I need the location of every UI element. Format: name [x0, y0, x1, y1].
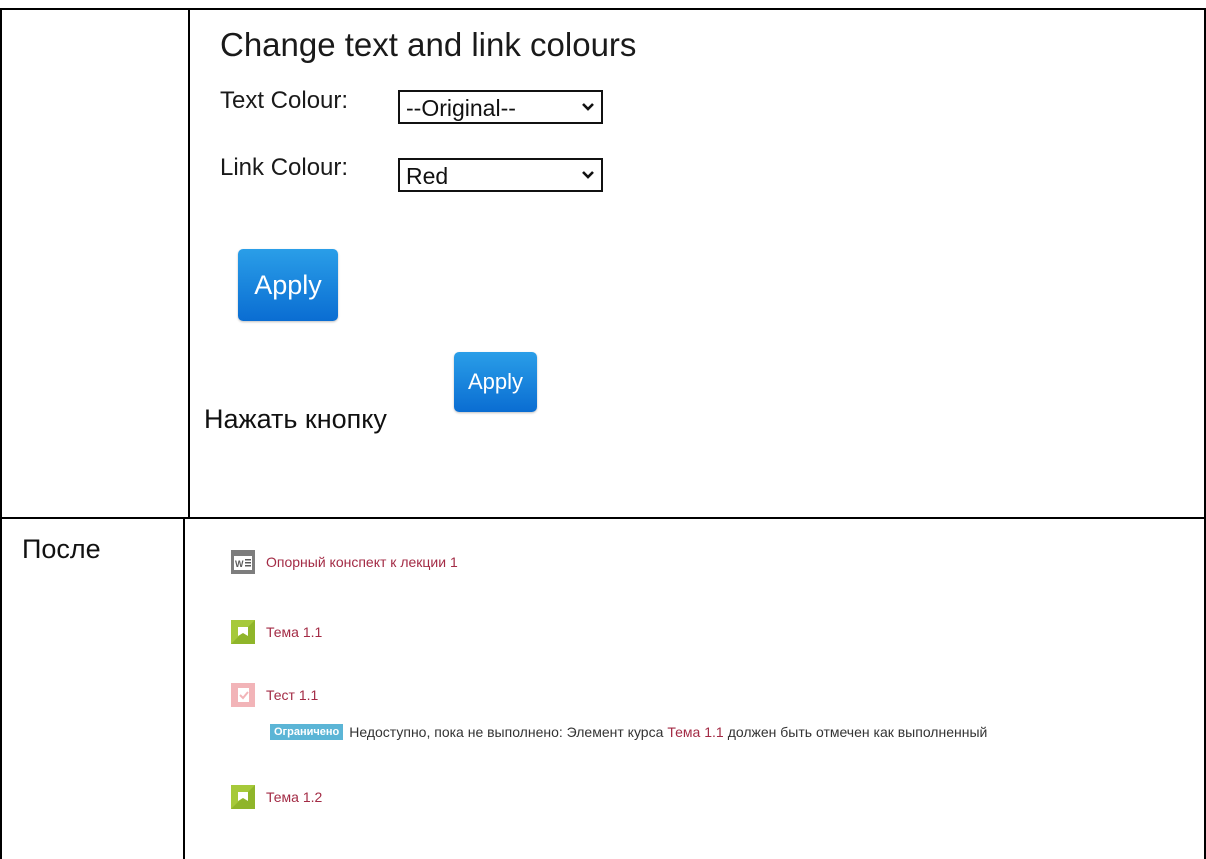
list-item[interactable]: Тема 1.1 — [230, 619, 322, 645]
list-item[interactable]: W Опорный конспект к лекции 1 — [230, 549, 458, 575]
lesson-icon — [231, 785, 255, 809]
list-item[interactable]: Тест 1.1 — [230, 682, 318, 708]
column-divider-top — [188, 8, 190, 518]
item-link[interactable]: Тест 1.1 — [266, 687, 318, 703]
restricted-badge: Ограничено — [270, 724, 344, 740]
chevron-down-icon — [582, 103, 594, 111]
row-divider — [0, 517, 1206, 519]
link-colour-select[interactable]: Red — [398, 158, 603, 192]
link-colour-label: Link Colour: — [220, 154, 349, 181]
apply-button[interactable]: Apply — [238, 249, 338, 321]
svg-text:W: W — [235, 559, 244, 569]
press-button-instruction: Нажать кнопку — [204, 404, 387, 434]
restriction-notice: Ограничено Недоступно, пока не выполнено… — [270, 724, 987, 740]
inline-apply-button: Apply — [454, 352, 537, 412]
table-border-top — [0, 8, 1206, 10]
text-colour-label: Text Colour: — [220, 87, 349, 114]
settings-heading: Change text and link colours — [220, 26, 637, 63]
list-item[interactable]: Тема 1.2 — [230, 784, 322, 810]
restriction-text: Недоступно, пока не выполнено: Элемент к… — [349, 724, 664, 740]
restriction-text-after: должен быть отмечен как выполненный — [727, 724, 988, 740]
chevron-down-icon — [582, 171, 594, 179]
text-colour-value: --Original-- — [406, 95, 516, 121]
after-label: После — [22, 534, 101, 564]
item-link[interactable]: Тема 1.1 — [266, 624, 322, 640]
item-link[interactable]: Опорный конспект к лекции 1 — [266, 554, 458, 570]
item-link[interactable]: Тема 1.2 — [266, 789, 322, 805]
lesson-icon — [231, 620, 255, 644]
link-colour-value: Red — [406, 163, 449, 189]
restriction-link[interactable]: Тема 1.1 — [667, 724, 723, 740]
word-document-icon: W — [231, 550, 255, 574]
quiz-icon — [231, 683, 255, 707]
table-border-left — [0, 8, 2, 859]
text-colour-select[interactable]: --Original-- — [398, 90, 603, 124]
column-divider-bottom — [183, 518, 185, 859]
